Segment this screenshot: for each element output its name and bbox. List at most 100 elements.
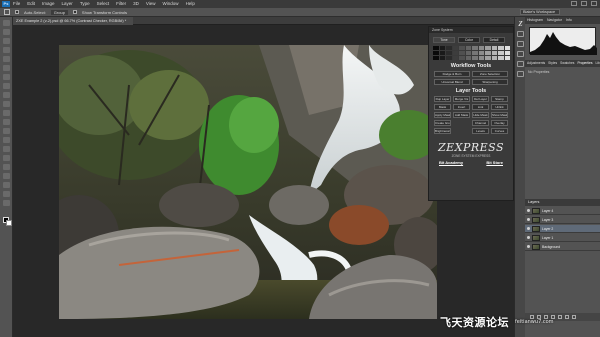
zone-swatch[interactable] <box>459 56 465 60</box>
menu-item[interactable]: Filter <box>116 0 126 8</box>
tab-properties[interactable]: Properties <box>577 60 592 67</box>
zone-swatch[interactable] <box>439 46 445 50</box>
workflow-button[interactable]: Zone Selection <box>472 71 508 77</box>
pen-tool-icon[interactable] <box>3 146 10 152</box>
zone-swatch[interactable] <box>485 51 491 55</box>
zone-swatch[interactable] <box>472 56 478 60</box>
zone-swatch[interactable] <box>465 51 471 55</box>
bit-store-link[interactable]: Bit Store <box>486 160 503 165</box>
auto-select-checkbox[interactable] <box>15 10 19 14</box>
visibility-eye-icon[interactable] <box>527 227 530 230</box>
layer-tool-button[interactable]: Del Layer <box>472 96 489 102</box>
zone-swatch[interactable] <box>433 56 439 60</box>
zone-swatch[interactable] <box>459 46 465 50</box>
dodge-tool-icon[interactable] <box>3 137 10 143</box>
layer-tool-button[interactable]: Curves <box>491 128 508 134</box>
tab-swatches[interactable]: Swatches <box>560 60 574 67</box>
layer-tool-button[interactable]: Apply Mask <box>434 112 451 118</box>
zone-swatch[interactable] <box>498 46 504 50</box>
layer-tool-button[interactable]: Unlink <box>491 104 508 110</box>
move-tool-icon[interactable] <box>3 20 10 26</box>
tab-info[interactable]: Info <box>566 17 572 24</box>
workflow-button[interactable]: Dodge & Burn <box>434 71 470 77</box>
zone-swatch[interactable] <box>478 51 484 55</box>
zone-swatch[interactable] <box>433 46 439 50</box>
brush-tool-icon[interactable] <box>3 83 10 89</box>
menu-item[interactable]: 3D <box>133 0 139 8</box>
healing-tool-icon[interactable] <box>3 74 10 80</box>
zone-swatch[interactable] <box>446 46 452 50</box>
menu-item[interactable]: View <box>146 0 156 8</box>
tab-styles[interactable]: Styles <box>548 60 557 67</box>
clone-stamp-tool-icon[interactable] <box>3 92 10 98</box>
zone-swatch[interactable] <box>439 51 445 55</box>
eraser-tool-icon[interactable] <box>3 110 10 116</box>
zone-swatch[interactable] <box>433 51 439 55</box>
minimize-icon[interactable] <box>571 1 577 6</box>
move-tool-icon[interactable] <box>4 9 10 15</box>
menu-item[interactable]: Help <box>186 0 195 8</box>
layer-row[interactable]: Layer 1 <box>525 234 600 242</box>
lasso-tool-icon[interactable] <box>3 38 10 44</box>
background-color[interactable] <box>6 220 12 226</box>
layer-row[interactable]: Layer 3 <box>525 216 600 224</box>
layer-tool-button[interactable]: Show Mask <box>491 112 508 118</box>
marquee-tool-icon[interactable] <box>3 29 10 35</box>
layer-tool-button[interactable]: Hide Mask <box>472 112 489 118</box>
zone-swatch[interactable] <box>485 56 491 60</box>
tab-libraries[interactable]: Libraries <box>595 60 600 67</box>
history-icon[interactable] <box>517 31 524 37</box>
zone-tab-color[interactable]: Color <box>458 37 480 43</box>
type-tool-icon[interactable] <box>3 155 10 161</box>
zone-swatch[interactable] <box>446 51 452 55</box>
zone-swatch[interactable] <box>452 46 458 50</box>
new-layer-icon[interactable] <box>565 315 569 319</box>
extras-tool-icon[interactable] <box>3 200 10 206</box>
workflow-button[interactable]: Sharpening <box>472 79 508 85</box>
menu-item[interactable]: Layer <box>62 0 73 8</box>
layer-tool-button[interactable]: Overlay <box>491 120 508 126</box>
zone-swatch[interactable] <box>452 56 458 60</box>
document-tab[interactable]: ZXE Example 2 (v-2).psd @ 66.7% (Contras… <box>13 17 133 25</box>
menu-item[interactable]: Type <box>80 0 90 8</box>
zone-swatch[interactable] <box>472 46 478 50</box>
hand-tool-icon[interactable] <box>3 182 10 188</box>
zone-swatch[interactable] <box>465 46 471 50</box>
layer-tool-button[interactable]: Link <box>472 104 489 110</box>
history-brush-tool-icon[interactable] <box>3 101 10 107</box>
canvas-photo[interactable] <box>59 45 437 319</box>
workflow-button[interactable]: Universal Blend <box>434 79 470 85</box>
layer-tool-button[interactable]: Add Mask <box>453 112 470 118</box>
quick-select-tool-icon[interactable] <box>3 47 10 53</box>
layer-tool-button[interactable]: Create Group <box>434 120 451 126</box>
zone-swatch[interactable] <box>472 51 478 55</box>
show-transform-checkbox[interactable] <box>72 10 77 14</box>
tab-histogram[interactable]: Histogram <box>527 17 543 24</box>
shape-tool-icon[interactable] <box>3 173 10 179</box>
zone-swatch[interactable] <box>446 56 452 60</box>
layer-tool-button[interactable]: Merge Vis <box>453 96 470 102</box>
zone-swatch[interactable] <box>504 56 510 60</box>
visibility-eye-icon[interactable] <box>527 218 530 221</box>
trash-icon[interactable] <box>572 315 576 319</box>
zone-swatch[interactable] <box>478 46 484 50</box>
zone-swatch[interactable] <box>498 56 504 60</box>
actions-icon[interactable] <box>517 71 524 77</box>
layer-tool-button[interactable]: Levels <box>472 128 489 134</box>
zone-swatch[interactable] <box>485 46 491 50</box>
eyedropper-tool-icon[interactable] <box>3 65 10 71</box>
menu-item[interactable]: Edit <box>27 0 35 8</box>
layer-tool-button[interactable]: Brightness/Contrast <box>434 128 451 134</box>
zone-swatch[interactable] <box>491 46 497 50</box>
zone-tab-detail[interactable]: Detail <box>483 37 505 43</box>
visibility-eye-icon[interactable] <box>527 245 530 248</box>
visibility-eye-icon[interactable] <box>527 209 530 212</box>
new-group-icon[interactable] <box>558 315 562 319</box>
layer-tool-button[interactable]: Stamp <box>491 96 508 102</box>
blur-tool-icon[interactable] <box>3 128 10 134</box>
tab-navigator[interactable]: Navigator <box>547 17 562 24</box>
workspace-select[interactable]: Blake's Workspace <box>520 9 560 15</box>
zoom-tool-icon[interactable] <box>3 191 10 197</box>
zone-swatch[interactable] <box>498 51 504 55</box>
color-swatches[interactable] <box>3 217 12 227</box>
